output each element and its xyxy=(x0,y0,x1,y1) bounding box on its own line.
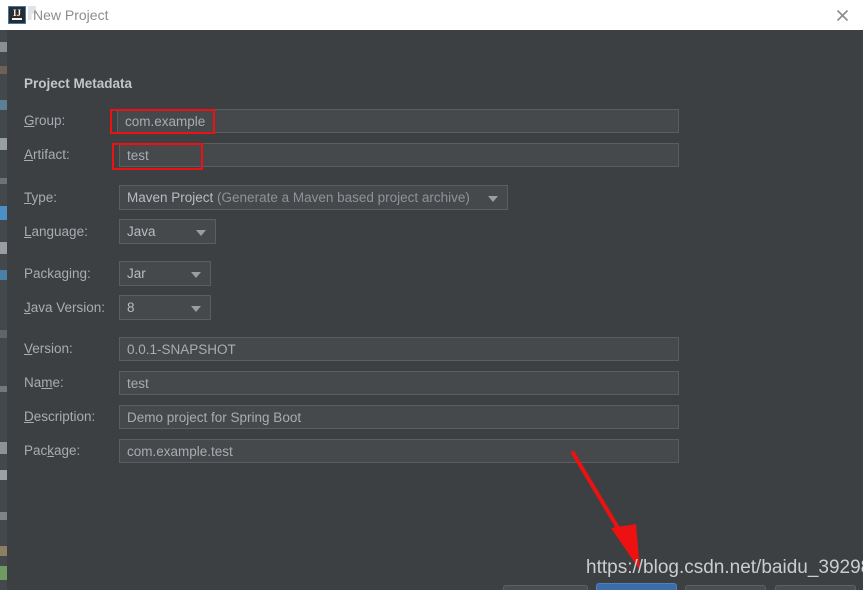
help-button[interactable]: Help xyxy=(775,585,856,590)
label-group: Group: xyxy=(24,113,66,128)
intellij-idea-icon: IJ xyxy=(8,6,26,24)
description-input-value: Demo project for Spring Boot xyxy=(127,409,302,425)
name-input-value: test xyxy=(127,375,149,391)
page-title: Project Metadata xyxy=(24,76,133,91)
label-language: Language: xyxy=(24,224,88,239)
previous-button[interactable]: Previous xyxy=(503,585,588,590)
close-icon[interactable] xyxy=(821,0,863,30)
package-input[interactable]: com.example.test xyxy=(119,439,679,463)
version-input-value: 0.0.1-SNAPSHOT xyxy=(127,341,236,357)
label-artifact: Artifact: xyxy=(24,147,70,162)
name-input[interactable]: test xyxy=(119,371,679,395)
artifact-input-value: test xyxy=(127,147,149,163)
type-dropdown-value: Maven Project (Generate a Maven based pr… xyxy=(127,190,470,205)
new-project-dialog-window: IJ New Project Project Metadata Group: co… xyxy=(0,0,863,590)
label-package: Package: xyxy=(24,443,81,458)
description-input[interactable]: Demo project for Spring Boot xyxy=(119,405,679,429)
packaging-dropdown[interactable]: Jar xyxy=(119,261,211,286)
language-dropdown[interactable]: Java xyxy=(119,219,216,244)
label-type: Type: xyxy=(24,190,58,205)
label-description: Description: xyxy=(24,409,96,424)
package-input-value: com.example.test xyxy=(127,443,233,459)
type-dropdown[interactable]: Maven Project (Generate a Maven based pr… xyxy=(119,185,508,210)
label-javaversion: Java Version: xyxy=(24,300,106,315)
background-window-sliver xyxy=(0,30,7,590)
group-input-value: com.example xyxy=(125,113,206,129)
label-name: Name: xyxy=(24,375,64,390)
group-input[interactable]: com.example xyxy=(117,109,679,133)
javaversion-dropdown-value: 8 xyxy=(127,300,135,315)
javaversion-dropdown[interactable]: 8 xyxy=(119,295,211,320)
label-packaging: Packaging: xyxy=(24,266,91,281)
chevron-down-icon xyxy=(488,195,498,202)
chevron-down-icon xyxy=(191,271,201,278)
window-title: New Project xyxy=(33,7,109,23)
label-version: Version: xyxy=(24,341,73,356)
chevron-down-icon xyxy=(196,229,206,236)
artifact-input[interactable]: test xyxy=(119,143,679,167)
version-input[interactable]: 0.0.1-SNAPSHOT xyxy=(119,337,679,361)
chevron-down-icon xyxy=(191,305,201,312)
cancel-button[interactable]: Cancel xyxy=(685,585,766,590)
packaging-dropdown-value: Jar xyxy=(127,266,146,281)
titlebar: IJ New Project xyxy=(0,0,863,30)
next-button[interactable]: Next xyxy=(596,583,677,590)
dialog-body: Project Metadata Group: com.example Artifa… xyxy=(7,30,863,590)
language-dropdown-value: Java xyxy=(127,224,156,239)
